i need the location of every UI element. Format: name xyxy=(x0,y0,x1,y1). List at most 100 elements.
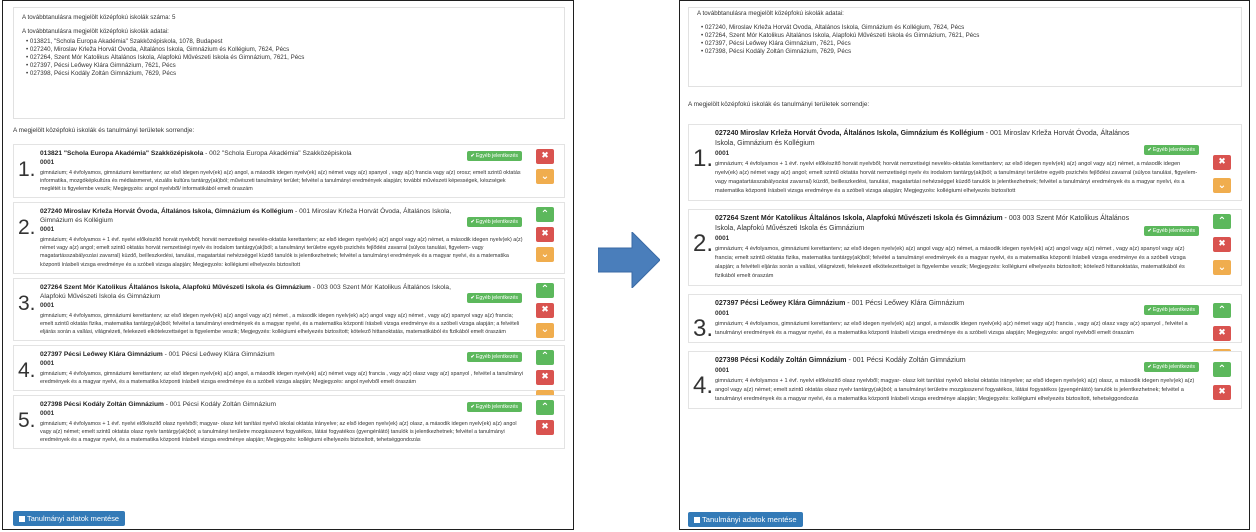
ranking-card: 4. 027398 Pécsi Kodály Zoltán Gimnázium … xyxy=(688,351,1242,409)
school-name: 027398 Pécsi Kodály Zoltán Gimnázium xyxy=(715,357,847,364)
program-code: 0001 xyxy=(40,159,55,166)
save-label: Tanulmányi adatok mentése xyxy=(702,515,797,524)
check-icon: ✔ xyxy=(1147,307,1152,313)
other-application-button[interactable]: ✔Egyéb jelentkezés xyxy=(1143,305,1199,315)
check-icon: ✔ xyxy=(1147,364,1152,370)
close-icon: ✖ xyxy=(1218,387,1226,397)
program-code: 0001 xyxy=(715,150,730,157)
save-label: Tanulmányi adatok mentése xyxy=(27,514,120,523)
delete-button[interactable]: ✖ xyxy=(536,369,554,385)
school-heading: 027397 Pécsi Leőwey Klára Gimnázium - 00… xyxy=(40,350,524,359)
delete-button[interactable]: ✖ xyxy=(1213,326,1231,341)
schools-title: A továbbtanulásra megjelölt középfokú is… xyxy=(22,28,169,35)
other-application-button[interactable]: ✔Egyéb jelentkezés xyxy=(466,217,522,228)
move-down-button[interactable]: ⌄ xyxy=(536,322,554,338)
chevron-up-icon: ⌃ xyxy=(540,284,550,296)
rank-number: 1. xyxy=(693,145,714,172)
card-actions: ⌃ ✖ ⌄ xyxy=(1213,214,1235,283)
school-name: 027240 Miroslav Krleža Horvát Óvoda, Ált… xyxy=(40,208,294,216)
ranking-card: 2. 027264 Szent Mór Katolikus Általános … xyxy=(688,209,1242,286)
program-description: gimnázium; 4 évfolyamos, gimnáziumi kere… xyxy=(40,312,520,335)
floppy-disk-icon xyxy=(694,517,700,523)
other-application-button[interactable]: ✔Egyéb jelentkezés xyxy=(466,402,522,413)
program-description: gimnázium; 4 évfolyamos + 1 évf. nyelvi … xyxy=(715,161,1198,194)
school-name: 027397 Pécsi Leőwey Klára Gimnázium xyxy=(40,350,163,358)
ranking-card: 1. 013821 "Schola Europa Akadémia" Szakk… xyxy=(13,144,565,199)
other-application-button[interactable]: ✔Egyéb jelentkezés xyxy=(1143,145,1199,155)
move-up-button[interactable]: ⌃ xyxy=(536,349,554,365)
ranking-card: 4. 027397 Pécsi Leőwey Klára Gimnázium -… xyxy=(13,344,565,405)
card-actions: ⌃ ✖ ⌄ xyxy=(536,282,558,343)
check-icon: ✔ xyxy=(470,404,475,411)
move-up-button[interactable]: ⌃ xyxy=(536,282,554,298)
chevron-down-icon: ⌄ xyxy=(1217,261,1227,273)
move-up-button[interactable]: ⌃ xyxy=(536,400,554,416)
ranking-card: 1. 027240 Miroslav Krleža Horvát Óvoda, … xyxy=(688,124,1242,201)
program-code: 0001 xyxy=(40,226,55,234)
move-up-button[interactable]: ⌃ xyxy=(536,207,554,223)
chevron-up-icon: ⌃ xyxy=(540,208,550,220)
close-icon: ✖ xyxy=(541,229,549,240)
other-application-label: Egyéb jelentkezés xyxy=(475,353,518,360)
school-heading: 027264 Szent Mór Katolikus Általános Isk… xyxy=(40,283,524,301)
chevron-down-icon: ⌄ xyxy=(540,170,550,182)
school-heading: 027264 Szent Mór Katolikus Általános Isk… xyxy=(715,214,1201,234)
program-name: - 001 Pécsi Leőwey Klára Gimnázium xyxy=(162,350,275,358)
program-name: - 002 "Schola Europa Akadémia" Szakközép… xyxy=(203,150,352,157)
school-list-item: 027397, Pécsi Leőwey Klára Gimnázium, 76… xyxy=(22,62,556,70)
move-down-button[interactable]: ⌄ xyxy=(1213,260,1231,275)
program-name: - 001 Pécsi Leőwey Klára Gimnázium xyxy=(845,300,965,307)
program-name: - 001 Pécsi Kodály Zoltán Gimnázium xyxy=(846,357,966,364)
school-list-item: 027264, Szent Mór Katolikus Általános Is… xyxy=(22,54,556,62)
school-name: 027264 Szent Mór Katolikus Általános Isk… xyxy=(715,215,1003,222)
other-application-label: Egyéb jelentkezés xyxy=(475,404,518,411)
move-up-button[interactable]: ⌃ xyxy=(1213,362,1231,377)
program-description: gimnázium; 4 évfolyamos + 1 évf. nyelvi … xyxy=(40,421,517,444)
chevron-down-icon: ⌄ xyxy=(540,248,550,260)
other-application-label: Egyéb jelentkezés xyxy=(1152,147,1195,153)
other-application-button[interactable]: ✔Egyéb jelentkezés xyxy=(466,292,522,303)
close-icon: ✖ xyxy=(1218,328,1226,338)
other-application-button[interactable]: ✔Egyéb jelentkezés xyxy=(1143,226,1199,236)
check-icon: ✔ xyxy=(1147,147,1152,153)
delete-button[interactable]: ✖ xyxy=(1213,155,1231,170)
after-screenshot-panel: A továbbtanulásra megjelölt középfokú is… xyxy=(679,0,1250,530)
move-up-button[interactable]: ⌃ xyxy=(1213,303,1231,318)
move-up-button[interactable]: ⌃ xyxy=(1213,214,1231,229)
other-application-button[interactable]: ✔Egyéb jelentkezés xyxy=(466,151,522,161)
ranking-card: 2. 027240 Miroslav Krleža Horvát Óvoda, … xyxy=(13,202,565,274)
delete-button[interactable]: ✖ xyxy=(536,302,554,318)
close-icon: ✖ xyxy=(1218,157,1226,167)
school-list-item: 027264, Szent Mór Katolikus Általános Is… xyxy=(697,32,1233,40)
school-name: 027240 Miroslav Krleža Horvát Óvoda, Ált… xyxy=(715,130,984,137)
program-description: gimnázium; 4 évfolyamos, gimnáziumi kere… xyxy=(715,246,1186,279)
program-description: gimnázium; 4 évfolyamos + 1 évf. nyelvi … xyxy=(715,378,1195,402)
selected-schools-summary: A továbbtanulásra megjelölt középfokú is… xyxy=(688,7,1242,87)
arrow-right-icon xyxy=(598,232,660,288)
school-list-item: 027398, Pécsi Kodály Zoltán Gimnázium, 7… xyxy=(697,48,1233,56)
save-study-data-button[interactable]: Tanulmányi adatok mentése xyxy=(13,511,126,526)
school-list: 027240, Miroslav Krleža Horvát Óvoda, Ál… xyxy=(697,24,1233,56)
delete-button[interactable]: ✖ xyxy=(1213,385,1231,400)
move-down-button[interactable]: ⌄ xyxy=(1213,178,1231,193)
other-application-button[interactable]: ✔Egyéb jelentkezés xyxy=(466,351,522,362)
other-application-label: Egyéb jelentkezés xyxy=(1152,307,1195,313)
move-down-button[interactable]: ⌄ xyxy=(536,247,554,263)
program-description: gimnázium; 4 évfolyamos, gimnáziumi kere… xyxy=(40,170,521,193)
other-application-button[interactable]: ✔Egyéb jelentkezés xyxy=(1143,362,1199,372)
school-heading: 027398 Pécsi Kodály Zoltán Gimnázium - 0… xyxy=(40,400,524,409)
delete-button[interactable]: ✖ xyxy=(536,227,554,243)
program-description: gimnázium; 4 évfolyamos, gimnáziumi kere… xyxy=(40,370,523,386)
order-title: A megjelölt középfokú iskolák és tanulmá… xyxy=(13,127,195,134)
save-study-data-button[interactable]: Tanulmányi adatok mentése xyxy=(688,512,803,527)
delete-button[interactable]: ✖ xyxy=(1213,237,1231,252)
order-title: A megjelölt középfokú iskolák és tanulmá… xyxy=(688,101,870,108)
delete-button[interactable]: ✖ xyxy=(536,149,554,164)
chevron-up-icon: ⌃ xyxy=(1217,215,1227,227)
card-actions: ⌃ ✖ ⌄ xyxy=(536,207,558,267)
school-list: 013821, "Schola Europa Akadémia" Szakköz… xyxy=(22,38,556,78)
schools-title: A továbbtanulásra megjelölt középfokú is… xyxy=(697,10,844,17)
move-down-button[interactable]: ⌄ xyxy=(536,169,554,184)
delete-button[interactable]: ✖ xyxy=(536,420,554,436)
rank-number: 2. xyxy=(18,216,36,240)
